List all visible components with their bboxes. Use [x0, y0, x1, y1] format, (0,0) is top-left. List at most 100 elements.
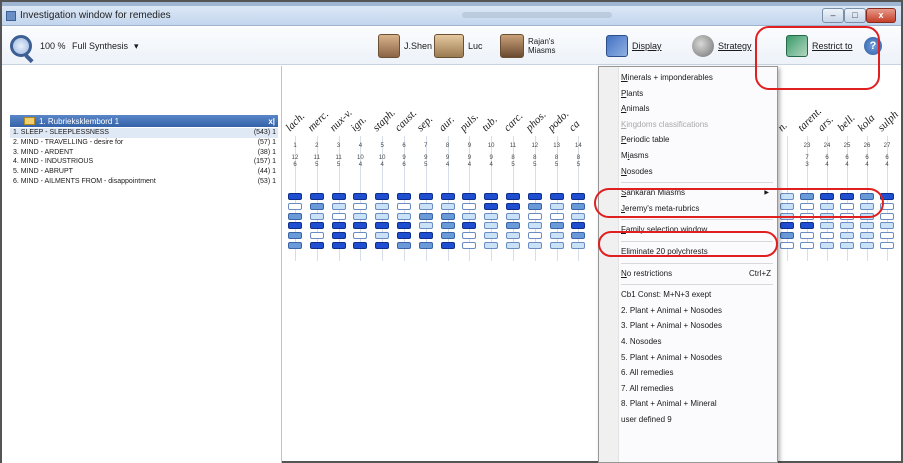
grade-cell[interactable] — [800, 232, 814, 240]
grade-cell[interactable] — [440, 242, 455, 249]
grade-cell[interactable] — [800, 242, 814, 249]
menu-item-user-defined-9[interactable]: user defined 9 — [621, 413, 775, 427]
menu-item-minerals-imponderables[interactable]: Minerals + imponderables — [621, 71, 775, 85]
close-button[interactable]: x — [866, 8, 896, 23]
grade-cell[interactable] — [780, 222, 794, 230]
menu-item-plants[interactable]: Plants — [621, 87, 775, 101]
grade-cell[interactable] — [860, 222, 874, 230]
grade-cell[interactable] — [397, 222, 411, 230]
grade-cell[interactable] — [549, 193, 564, 200]
grade-cell[interactable] — [397, 232, 411, 240]
grade-cell[interactable] — [527, 193, 542, 200]
menu-item-3-plant-animal-nosodes[interactable]: 3. Plant + Animal + Nosodes — [621, 319, 775, 333]
menu-item-no-restrictions[interactable]: No restrictions Ctrl+Z — [621, 267, 775, 281]
menu-item-5-plant-animal-nosodes[interactable]: 5. Plant + Animal + Nosodes — [621, 351, 775, 365]
menu-item-8-plant-animal-mineral[interactable]: 8. Plant + Animal + Mineral — [621, 397, 775, 411]
remedy-name[interactable]: kola — [856, 112, 878, 134]
grade-cell[interactable] — [527, 232, 542, 240]
grade-cell[interactable] — [880, 242, 894, 249]
grade-cell[interactable] — [331, 202, 346, 210]
grade-cell[interactable] — [462, 242, 477, 249]
grade-cell[interactable] — [820, 222, 834, 230]
grade-cell[interactable] — [353, 232, 368, 240]
grade-cell[interactable] — [418, 232, 433, 240]
grade-cell[interactable] — [353, 222, 368, 230]
grade-cell[interactable] — [397, 193, 411, 200]
grade-cell[interactable] — [288, 222, 302, 230]
grade-cell[interactable] — [484, 193, 499, 200]
grade-cell[interactable] — [780, 232, 794, 240]
grade-cell[interactable] — [288, 202, 302, 210]
grade-cell[interactable] — [375, 242, 390, 249]
grade-cell[interactable] — [331, 222, 346, 230]
grade-cell[interactable] — [397, 242, 411, 249]
grade-cell[interactable] — [309, 222, 324, 230]
menu-item-cb1-const-m-n-3-exept[interactable]: Cb1 Const: M+N+3 exept — [621, 288, 775, 302]
grade-cell[interactable] — [860, 232, 874, 240]
grade-cell[interactable] — [288, 242, 302, 249]
user-jshen-button[interactable]: J.Shen — [378, 33, 432, 59]
grade-cell[interactable] — [840, 242, 854, 249]
remedy-name[interactable]: tub. — [480, 114, 500, 134]
grade-cell[interactable] — [527, 202, 542, 210]
grade-cell[interactable] — [571, 222, 586, 230]
menu-item-miasms[interactable]: Miasms — [621, 149, 775, 163]
grade-cell[interactable] — [375, 202, 390, 210]
grade-cell[interactable] — [331, 242, 346, 249]
grade-cell[interactable] — [571, 202, 586, 210]
grade-cell[interactable] — [440, 232, 455, 240]
grade-cell[interactable] — [418, 193, 433, 200]
rubric-row[interactable]: 3. MIND - ARDENT (38) 1 — [10, 148, 278, 158]
grade-cell[interactable] — [331, 232, 346, 240]
grade-cell[interactable] — [549, 202, 564, 210]
remedy-name[interactable]: ca — [567, 118, 583, 134]
grade-cell[interactable] — [506, 193, 520, 200]
display-button[interactable]: Display — [606, 33, 662, 59]
grade-cell[interactable] — [506, 242, 520, 249]
grade-cell[interactable] — [375, 232, 390, 240]
zoom-control[interactable]: 100 % — [10, 33, 66, 59]
grade-cell[interactable] — [880, 222, 894, 230]
rubric-row[interactable]: 1. SLEEP - SLEEPLESSNESS (543) 1 — [10, 128, 278, 138]
grade-cell[interactable] — [571, 242, 586, 249]
grade-cell[interactable] — [880, 232, 894, 240]
grade-cell[interactable] — [571, 193, 586, 200]
grade-cell[interactable] — [506, 212, 520, 220]
grade-cell[interactable] — [309, 242, 324, 249]
grade-cell[interactable] — [780, 242, 794, 249]
remedy-name[interactable]: podo. — [545, 108, 571, 134]
grade-cell[interactable] — [484, 212, 499, 220]
grade-cell[interactable] — [440, 212, 455, 220]
grade-cell[interactable] — [309, 212, 324, 220]
grade-cell[interactable] — [484, 232, 499, 240]
grade-cell[interactable] — [440, 222, 455, 230]
user-rajan-button[interactable]: Rajan's Miasms — [500, 33, 580, 59]
grade-cell[interactable] — [506, 232, 520, 240]
grade-cell[interactable] — [331, 212, 346, 220]
remedy-name[interactable]: caust. — [393, 107, 420, 134]
grade-cell[interactable] — [418, 202, 433, 210]
grade-cell[interactable] — [462, 222, 477, 230]
remedy-name[interactable]: staph. — [371, 107, 398, 134]
minimize-button[interactable]: – — [822, 8, 844, 23]
grade-cell[interactable] — [462, 193, 477, 200]
grade-cell[interactable] — [840, 222, 854, 230]
rubric-row[interactable]: 4. MIND - INDUSTRIOUS (157) 1 — [10, 157, 278, 167]
grade-cell[interactable] — [375, 222, 390, 230]
grade-cell[interactable] — [800, 222, 814, 230]
grade-cell[interactable] — [527, 222, 542, 230]
grade-cell[interactable] — [484, 242, 499, 249]
remedy-name[interactable]: bell. — [836, 112, 858, 134]
menu-item-periodic-table[interactable]: Periodic table — [621, 133, 775, 147]
grade-cell[interactable] — [820, 242, 834, 249]
grade-cell[interactable] — [571, 212, 586, 220]
grade-cell[interactable] — [418, 242, 433, 249]
grade-cell[interactable] — [549, 222, 564, 230]
grade-cell[interactable] — [840, 232, 854, 240]
grade-cell[interactable] — [440, 202, 455, 210]
menu-item-animals[interactable]: Animals — [621, 102, 775, 116]
strategy-button[interactable]: Strategy — [692, 33, 752, 59]
grade-cell[interactable] — [309, 193, 324, 200]
grade-cell[interactable] — [353, 212, 368, 220]
grade-cell[interactable] — [880, 212, 894, 220]
